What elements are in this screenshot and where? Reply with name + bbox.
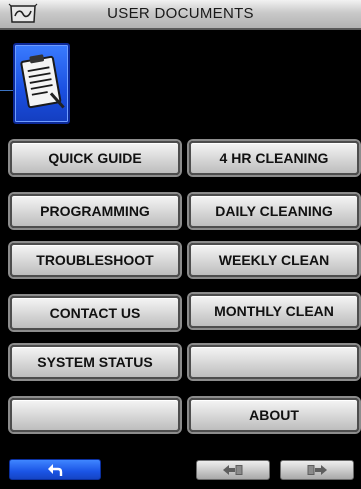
next-page-button[interactable]: [280, 460, 354, 480]
4hr-cleaning-label: 4 HR CLEANING: [219, 150, 329, 166]
page-title: USER DOCUMENTS: [107, 5, 254, 22]
about-button[interactable]: ABOUT: [189, 398, 359, 432]
monthly-clean-label: MONTHLY CLEAN: [214, 303, 334, 319]
programming-label: PROGRAMMING: [40, 203, 150, 219]
troubleshoot-label: TROUBLESHOOT: [36, 252, 154, 268]
clipboard-document-icon: [20, 54, 65, 109]
about-label: ABOUT: [249, 407, 299, 423]
header-bar: USER DOCUMENTS: [0, 0, 361, 30]
user-documents-tile[interactable]: [13, 43, 70, 124]
monthly-clean-button[interactable]: MONTHLY CLEAN: [189, 294, 359, 328]
daily-cleaning-button[interactable]: DAILY CLEANING: [189, 194, 359, 228]
back-button[interactable]: [9, 459, 101, 480]
4hr-cleaning-button[interactable]: 4 HR CLEANING: [189, 141, 359, 175]
blank-button-left[interactable]: [10, 398, 180, 432]
quick-guide-button[interactable]: QUICK GUIDE: [10, 141, 180, 175]
contact-us-button[interactable]: CONTACT US: [10, 296, 180, 330]
next-page-icon: [307, 465, 327, 475]
weekly-clean-button[interactable]: WEEKLY CLEAN: [189, 243, 359, 277]
contact-us-label: CONTACT US: [49, 305, 141, 321]
back-arrow-icon: [48, 463, 63, 476]
weekly-clean-label: WEEKLY CLEAN: [218, 252, 330, 268]
system-status-label: SYSTEM STATUS: [37, 354, 153, 370]
system-status-button[interactable]: SYSTEM STATUS: [10, 345, 180, 379]
prev-page-icon: [223, 465, 243, 475]
quick-guide-label: QUICK GUIDE: [48, 150, 142, 166]
blank-button-right[interactable]: [189, 345, 359, 379]
troubleshoot-button[interactable]: TROUBLESHOOT: [10, 243, 180, 277]
prev-page-button[interactable]: [196, 460, 270, 480]
daily-cleaning-label: DAILY CLEANING: [215, 203, 333, 219]
programming-button[interactable]: PROGRAMMING: [10, 194, 180, 228]
